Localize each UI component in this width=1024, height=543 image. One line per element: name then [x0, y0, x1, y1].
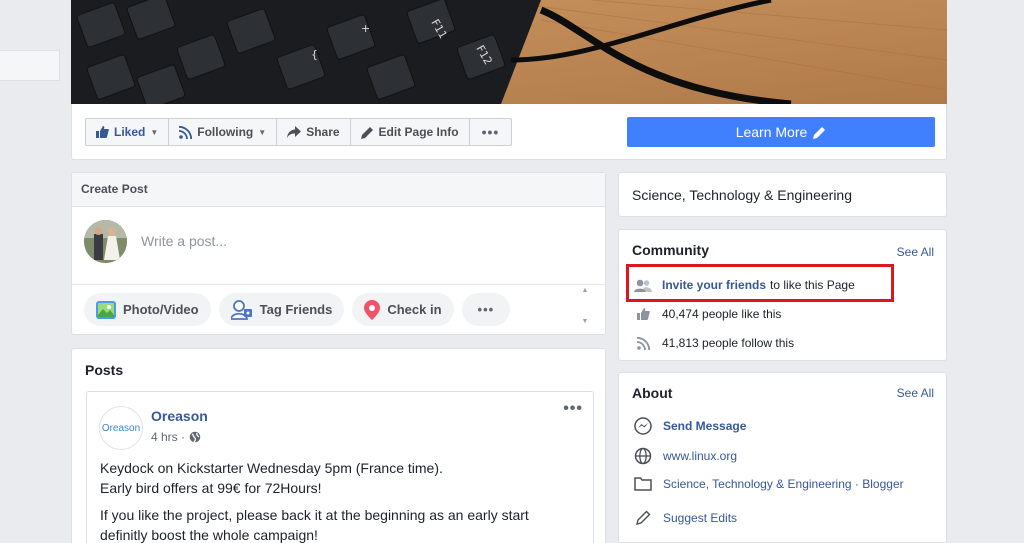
share-arrow-icon	[287, 126, 302, 138]
posts-title: Posts	[85, 362, 124, 378]
category-row: Science, Technology & Engineering · Blog…	[632, 476, 904, 491]
highlight-annotation-box	[626, 264, 894, 302]
thumbs-up-icon	[96, 126, 109, 138]
liked-label: Liked	[114, 125, 146, 139]
post-timestamp[interactable]: 4 hrs ·	[151, 430, 185, 444]
composer-scrollbar[interactable]: ▲ ▼	[579, 287, 591, 331]
edit-page-info-label: Edit Page Info	[378, 125, 459, 139]
location-pin-icon	[364, 299, 381, 320]
following-label: Following	[197, 125, 254, 139]
suggest-edits-row: Suggest Edits	[632, 510, 737, 525]
pencil-icon	[360, 126, 374, 139]
about-see-all-link[interactable]: See All	[897, 386, 934, 400]
messenger-icon	[632, 417, 654, 435]
scroll-up-arrow-icon[interactable]: ▲	[579, 287, 591, 294]
more-options-button[interactable]: •••	[470, 119, 512, 145]
learn-more-label: Learn More	[735, 124, 808, 140]
photo-video-label: Photo/Video	[123, 302, 199, 317]
create-post-title: Create Post	[72, 173, 605, 207]
post-options-button[interactable]: •••	[563, 400, 583, 418]
svg-text:{: {	[311, 48, 318, 61]
post-text-line: If you like the project, please back it …	[100, 507, 529, 523]
post-meta: 4 hrs ·	[151, 430, 201, 444]
chevron-down-icon: ▼	[150, 127, 159, 137]
edit-page-info-button[interactable]: Edit Page Info	[351, 119, 470, 145]
chevron-down-icon: ▼	[258, 127, 267, 137]
thumbs-up-icon	[632, 308, 654, 320]
post-body: Keydock on Kickstarter Wednesday 5pm (Fr…	[100, 458, 580, 543]
about-card: About See All Send Message www.linux.org…	[618, 372, 947, 543]
page-category[interactable]: Science, Technology & Engineering	[632, 187, 852, 203]
create-post-composer: Create Post Write a post... Photo/Video …	[71, 172, 606, 335]
post-text-line: definitly boost the whole campaign!	[100, 527, 318, 543]
check-in-label: Check in	[387, 302, 442, 317]
send-message-row: Send Message	[632, 417, 746, 435]
tag-friends-label: Tag Friends	[259, 302, 333, 317]
pencil-icon	[813, 126, 826, 139]
folder-icon	[632, 476, 654, 491]
send-message-link[interactable]: Send Message	[663, 419, 746, 433]
photo-icon	[96, 300, 116, 319]
about-title: About	[632, 385, 673, 401]
composer-more-button[interactable]: •••	[461, 293, 511, 326]
community-title: Community	[632, 242, 709, 258]
divider	[72, 284, 605, 285]
avatar[interactable]	[84, 220, 127, 263]
write-post-input[interactable]: Write a post...	[141, 233, 227, 249]
website-link[interactable]: www.linux.org	[663, 449, 737, 463]
page-category-card: Science, Technology & Engineering	[618, 172, 947, 217]
author-avatar[interactable]: Oreason	[99, 406, 143, 450]
category-link[interactable]: Science, Technology & Engineering	[663, 477, 852, 491]
posts-section: Posts Oreason Oreason 4 hrs · ••• Keydoc…	[71, 348, 606, 543]
page-follows-count: 41,813 people follow this	[662, 336, 795, 350]
share-button[interactable]: Share	[277, 119, 351, 145]
tag-friends-icon	[230, 299, 253, 320]
rss-icon	[179, 125, 193, 139]
check-in-button[interactable]: Check in	[352, 293, 454, 326]
post-text-line: Keydock on Kickstarter Wednesday 5pm (Fr…	[100, 460, 443, 476]
left-panel-stub	[0, 50, 60, 81]
page-likes-row: 40,474 people like this	[632, 307, 781, 321]
tag-friends-button[interactable]: Tag Friends	[218, 293, 345, 326]
post-card: Oreason Oreason 4 hrs · ••• Keydock on K…	[86, 391, 594, 543]
community-see-all-link[interactable]: See All	[897, 245, 934, 259]
rss-icon	[632, 336, 654, 350]
photo-video-button[interactable]: Photo/Video	[84, 293, 211, 326]
liked-button[interactable]: Liked ▼	[86, 119, 170, 145]
scroll-down-arrow-icon[interactable]: ▼	[579, 318, 591, 325]
page-action-buttons: Liked ▼ Following ▼ Share Edit Page Info…	[85, 118, 513, 146]
website-row: www.linux.org	[632, 447, 737, 465]
composer-actions: Photo/Video Tag Friends Check in •••	[84, 293, 511, 326]
cover-photo[interactable]: F11 F12 { +	[71, 0, 947, 104]
globe-icon	[632, 447, 654, 465]
learn-more-button[interactable]: Learn More	[627, 117, 935, 147]
category-separator: ·	[851, 476, 863, 491]
post-text-line: Early bird offers at 99€ for 72Hours!	[100, 480, 322, 496]
community-card: Community See All Invite your friends to…	[618, 229, 947, 361]
author-logo-text: Oreason	[101, 422, 141, 434]
svg-text:+: +	[361, 22, 370, 35]
following-button[interactable]: Following ▼	[169, 119, 278, 145]
share-label: Share	[306, 125, 340, 139]
page-action-bar: Liked ▼ Following ▼ Share Edit Page Info…	[71, 104, 947, 160]
suggest-edits-link[interactable]: Suggest Edits	[663, 511, 737, 525]
page-likes-count: 40,474 people like this	[662, 307, 782, 321]
category-blogger-link[interactable]: Blogger	[862, 477, 903, 491]
page-follows-row: 41,813 people follow this	[632, 336, 794, 350]
pencil-icon	[632, 510, 654, 525]
globe-icon	[189, 431, 201, 443]
post-author-name[interactable]: Oreason	[151, 408, 208, 424]
